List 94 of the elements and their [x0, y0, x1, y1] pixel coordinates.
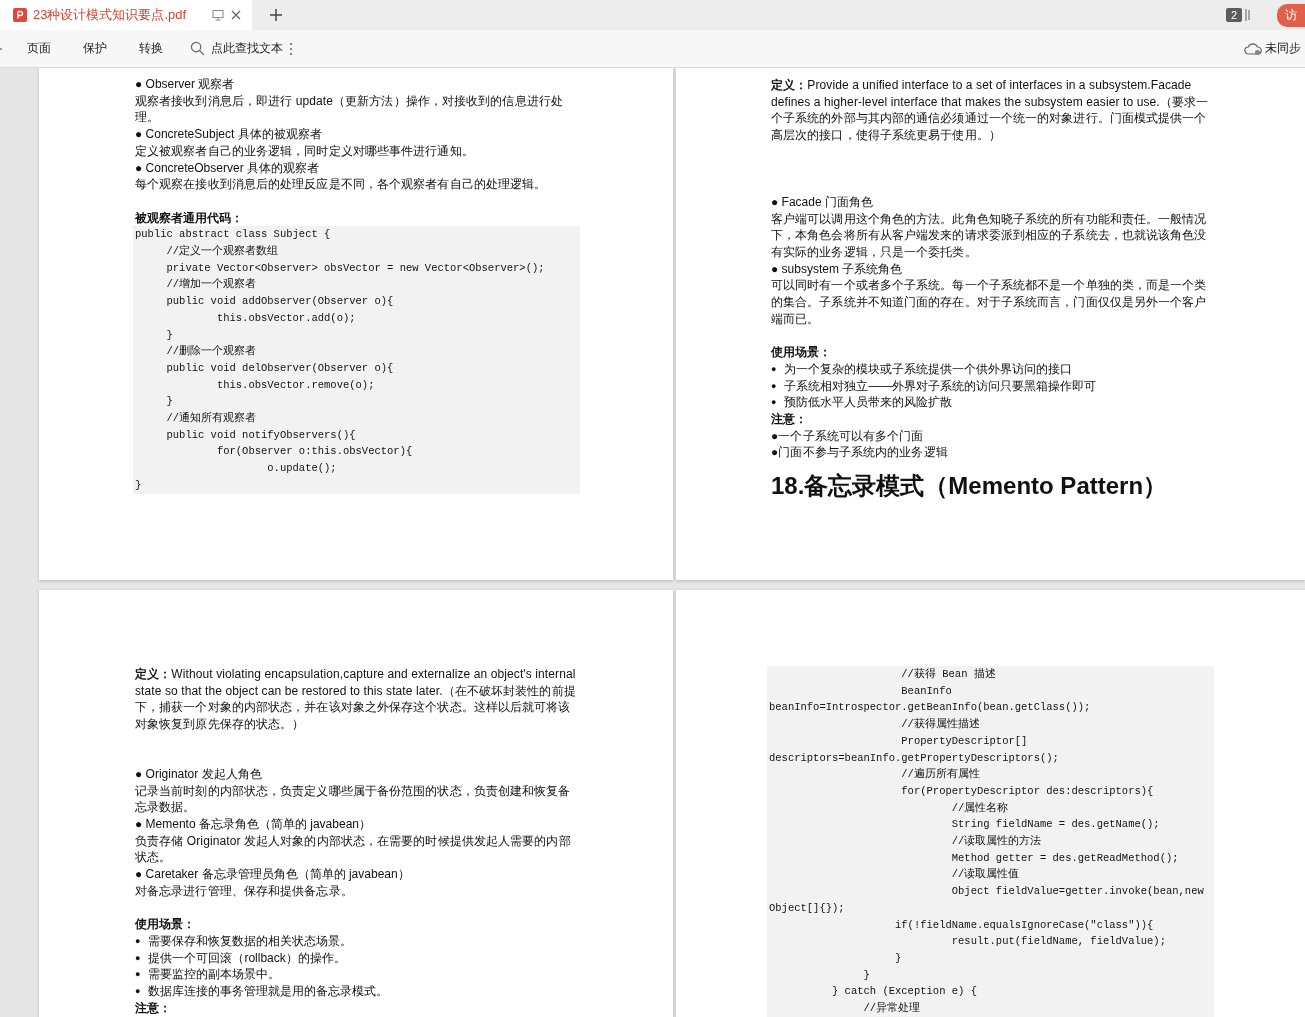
section-label: 使用场景：	[135, 916, 196, 933]
tab-title: 23种设计模式知识要点.pdf	[33, 6, 187, 24]
code-line: }	[165, 394, 174, 410]
code-line: Method getter = des.getReadMethod();	[950, 850, 1180, 866]
code-line: descriptors=beanInfo.getPropertyDescriptors();	[769, 750, 1060, 766]
list-item: 需要保存和恢复数据的相关状态场景。	[148, 932, 353, 950]
paragraph: 记录当前时刻的内部状态，负责定义哪些属于备份范围的状态，负责创建和恢复备忘录数据。	[135, 782, 572, 816]
menu-tab[interactable]: 保护	[74, 40, 116, 57]
role-heading: ● Originator 发起人角色	[135, 765, 263, 783]
code-line: Object[]{});	[769, 900, 846, 916]
paragraph: 每个观察在接收到消息后的处理反应是不同，各个观察者有自己的处理逻辑。	[135, 176, 548, 193]
code-line: PropertyDescriptor[]	[900, 733, 1029, 749]
paragraph: 负责存储 Originator 发起人对象的内部状态，在需要的时候提供发起人需要的内部状态。	[135, 832, 572, 867]
code-line: //读取属性值	[950, 867, 1021, 883]
section-title: 18.备忘录模式（Memento Pattern）	[771, 471, 1169, 502]
code-line: }	[135, 477, 143, 493]
code-line: beanInfo=Introspector.getBeanInfo(bean.getClass());	[769, 700, 1092, 716]
code-line: //异常处理	[862, 1001, 922, 1017]
code-line: if(!fieldName.equalsIgnoreCase("class")){	[894, 917, 1155, 933]
section-label: 注意：	[135, 999, 172, 1017]
bullet: ●	[771, 396, 777, 410]
code-line: this.obsVector.remove(o);	[215, 377, 376, 393]
paragraph: 观察者接收到消息后，即进行 update（更新方法）操作，对接收到的信息进行处理。	[135, 92, 564, 127]
menu-tab[interactable]: 页面	[18, 40, 60, 57]
section-label: 注意：	[771, 410, 808, 428]
paragraph: ●门面不参与子系统内的业务逻辑	[771, 444, 949, 462]
code-line: public void delObserver(Observer o){	[165, 360, 395, 376]
window-count-badge[interactable]: 2	[1225, 8, 1242, 22]
list-item: 预防低水平人员带来的风险扩散	[784, 394, 953, 411]
code-line: public void addObserver(Observer o){	[165, 294, 395, 310]
role-heading: ● ConcreteSubject 具体的被观察者	[135, 126, 323, 143]
bullet: ●	[135, 968, 141, 982]
code-line: }	[894, 950, 903, 966]
bullet: ●	[771, 379, 777, 393]
list-item: 数据库连接的事务管理就是用的备忘录模式。	[148, 982, 389, 1000]
code-line: //通知所有观察者	[165, 411, 258, 427]
list-item: 需要监控的副本场景中。	[148, 966, 281, 983]
code-line: for(PropertyDescriptor des:descriptors){	[900, 783, 1155, 799]
bullet: ●	[135, 934, 141, 948]
code-line: }	[862, 967, 871, 983]
paragraph: 客户端可以调用这个角色的方法。此角色知晓子系统的所有功能和责任。一般情况下，本角色会将所有从客户端发来的请求委派到相应的子系统去，也就说该角色没有实际的业务逻辑，只是一个委托类。	[771, 210, 1208, 261]
code-line: for(Observer o:this.obsVector){	[215, 444, 414, 460]
monitor-icon[interactable]	[212, 9, 224, 21]
bullet: ●	[771, 362, 777, 376]
role-heading: ● subsystem 子系统角色	[771, 260, 904, 278]
section-label: 被观察者通用代码：	[135, 209, 244, 227]
code-line: String fieldName = des.getName();	[950, 817, 1161, 833]
cloud-icon	[1244, 41, 1262, 56]
code-line: //属性名称	[950, 800, 1010, 816]
new-tab-icon[interactable]	[269, 8, 283, 22]
code-line: //读取属性的方法	[950, 834, 1043, 850]
role-heading: ● Observer 观察者	[135, 76, 236, 93]
role-heading: ● Caretaker 备忘录管理员角色（简单的 javabean）	[135, 866, 411, 883]
bullet: ●	[135, 951, 141, 965]
definition-paragraph: 定义：Provide a unified interface to a set of interfaces in a subsystem.Facade defines a higher-level interface that makes the subsystem easier to use.（要求一个子系统的外部与其内部的通信必须通过一个统一的对象进行。门面模式提供一个高层次的接口，使得子系统更易于使用。）	[771, 77, 1210, 144]
code-line: //增加一个观察者	[165, 277, 258, 293]
code-line: public abstract class Subject {	[135, 227, 332, 243]
role-heading: ● Facade 门面角色	[771, 193, 874, 211]
paragraph: 可以同时有一个或者多个子系统。每一个子系统都不是一个单独的类，而是一个类的集合。子系统并不知道门面的存在。对于子系统而言，门面仅仅是另外一个客户端而已。	[771, 277, 1208, 328]
code-line: result.put(fieldName, fieldValue);	[950, 934, 1167, 950]
role-heading: ● Memento 备忘录角色（简单的 javabean）	[135, 815, 372, 833]
paragraph: 对备忘录进行管理、保存和提供备忘录。	[135, 882, 354, 900]
search-button[interactable]: 点此查找文本	[188, 40, 285, 57]
paragraph: ●一个子系统可以有多个门面	[771, 427, 925, 445]
search-icon	[190, 41, 205, 56]
more-icon[interactable]	[289, 41, 293, 56]
code-line: this.obsVector.add(o);	[215, 310, 357, 326]
sync-status-button[interactable]: 未同步	[1244, 40, 1305, 57]
code-line: } catch (Exception e) {	[831, 984, 978, 1000]
code-line: }	[165, 327, 174, 343]
visitor-button[interactable]: 访	[1277, 3, 1305, 27]
code-line: private Vector<Observer> obsVector = new Vector<Observer>();	[165, 260, 546, 276]
code-line: Object fieldValue=getter.invoke(bean,new	[950, 884, 1205, 900]
list-item: 为一个复杂的模块或子系统提供一个供外界访问的接口	[784, 360, 1073, 378]
window-stack-icon[interactable]	[1245, 8, 1251, 22]
bullet: ●	[135, 984, 141, 998]
code-line: //遍历所有属性	[900, 767, 981, 783]
section-label: 使用场景：	[771, 344, 832, 361]
code-line: //定义一个观察者数组	[165, 244, 280, 259]
code-line: o.update();	[266, 461, 338, 477]
list-item: 提供一个可回滚（rollback）的操作。	[148, 949, 346, 967]
pdf-icon	[13, 8, 27, 22]
code-line: //获得 Bean 描述	[900, 667, 997, 682]
role-heading: ● ConcreteObserver 具体的观察者	[135, 159, 320, 177]
code-line: //获得属性描述	[900, 717, 981, 733]
code-line: //删除一个观察者	[165, 344, 258, 360]
menu-tab[interactable]: 转换	[130, 40, 172, 57]
list-item: 子系统相对独立——外界对子系统的访问只要黑箱操作即可	[784, 377, 1097, 395]
close-icon[interactable]	[230, 9, 242, 21]
paragraph: 定义被观察者自己的业务逻辑，同时定义对哪些事件进行通知。	[135, 142, 475, 160]
code-line: public void notifyObservers(){	[165, 427, 357, 443]
definition-paragraph: 定义：Without violating encapsulation,capture and externalize an object's internal state so that the object can be restored to this state later.（在不破坏封装性的前提下，捕获一个对象的内部状态，并在该对象之外保存这个状态。这样以后就可将该对象恢复到原先保存的状态。）	[135, 666, 577, 733]
document-tab[interactable]: 23种设计模式知识要点.pdf	[0, 0, 252, 30]
code-line: BeanInfo	[900, 683, 953, 699]
